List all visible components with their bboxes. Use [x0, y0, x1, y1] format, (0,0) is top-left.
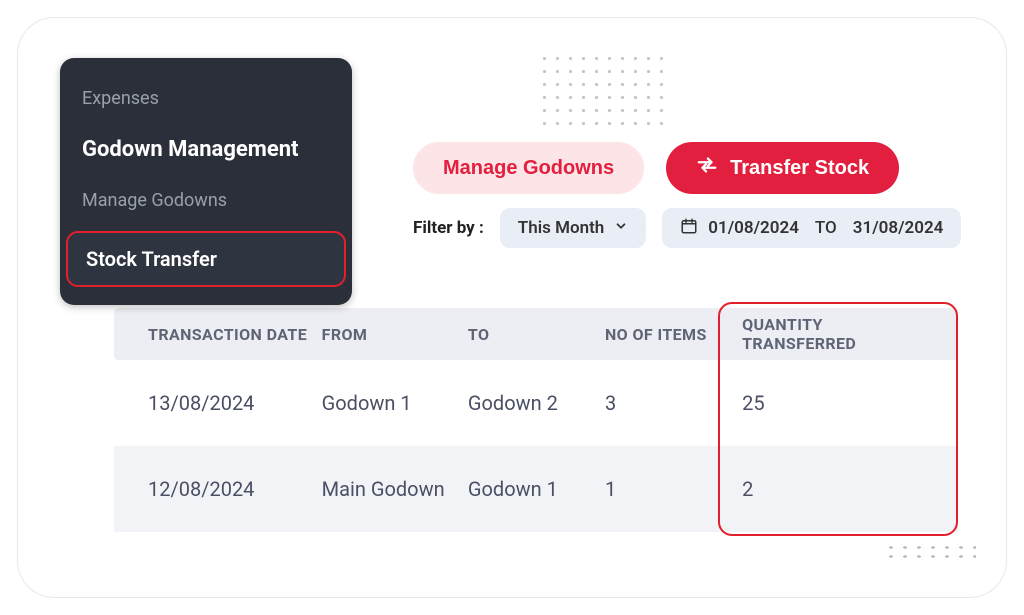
cell-items: 1: [605, 477, 742, 501]
button-label: Transfer Stock: [730, 157, 869, 180]
sidebar-item-godown-management[interactable]: Godown Management: [60, 121, 352, 178]
cell-qty: 2: [742, 477, 934, 501]
cell-date: 12/08/2024: [148, 477, 322, 501]
cell-to: Godown 2: [468, 391, 605, 415]
table-header: TRANSACTION DATE FROM TO NO OF ITEMS QUA…: [114, 308, 958, 360]
sidebar: Expenses Godown Management Manage Godown…: [60, 58, 352, 305]
cell-to: Godown 1: [468, 477, 605, 501]
filter-row: Filter by : This Month 01/08/2024 TO 31/…: [413, 208, 961, 248]
sidebar-item-expenses[interactable]: Expenses: [60, 76, 352, 121]
table-row[interactable]: 12/08/2024 Main Godown Godown 1 1 2: [114, 446, 958, 532]
th-quantity-transferred: QUANTITY TRANSFERRED: [742, 315, 934, 353]
transfers-table: TRANSACTION DATE FROM TO NO OF ITEMS QUA…: [114, 308, 958, 532]
filter-period-value: This Month: [518, 218, 605, 238]
cell-from: Main Godown: [322, 477, 468, 501]
cell-items: 3: [605, 391, 742, 415]
app-card: Expenses Godown Management Manage Godown…: [18, 18, 1006, 597]
filter-date-to: 31/08/2024: [853, 218, 944, 238]
calendar-icon: [680, 217, 698, 240]
toolbar: Manage Godowns Transfer Stock: [413, 142, 899, 194]
th-from: FROM: [322, 325, 468, 344]
cell-from: Godown 1: [322, 391, 468, 415]
cell-date: 13/08/2024: [148, 391, 322, 415]
th-to: TO: [468, 325, 605, 344]
decorative-dots-top: [538, 52, 668, 130]
swap-icon: [696, 154, 718, 182]
manage-godowns-button[interactable]: Manage Godowns: [413, 142, 644, 194]
chevron-down-icon: [614, 218, 628, 238]
cell-qty: 25: [742, 391, 934, 415]
th-no-of-items: NO OF ITEMS: [605, 325, 742, 344]
filter-date-sep: TO: [815, 218, 837, 238]
transfer-stock-button[interactable]: Transfer Stock: [666, 142, 899, 194]
sidebar-item-stock-transfer[interactable]: Stock Transfer: [66, 231, 346, 287]
button-label: Manage Godowns: [443, 157, 614, 180]
filter-date-range[interactable]: 01/08/2024 TO 31/08/2024: [662, 208, 961, 248]
filter-label: Filter by :: [413, 218, 484, 238]
sidebar-item-label: Manage Godowns: [82, 190, 227, 211]
filter-period-dropdown[interactable]: This Month: [500, 208, 647, 248]
filter-date-from: 01/08/2024: [708, 218, 799, 238]
sidebar-item-manage-godowns[interactable]: Manage Godowns: [60, 178, 352, 223]
sidebar-item-label: Expenses: [82, 88, 159, 109]
th-transaction-date: TRANSACTION DATE: [148, 325, 322, 344]
table-row[interactable]: 13/08/2024 Godown 1 Godown 2 3 25: [114, 360, 958, 446]
sidebar-item-label: Godown Management: [82, 137, 298, 162]
decorative-dots-bottom: [884, 543, 976, 561]
sidebar-item-label: Stock Transfer: [86, 247, 217, 271]
